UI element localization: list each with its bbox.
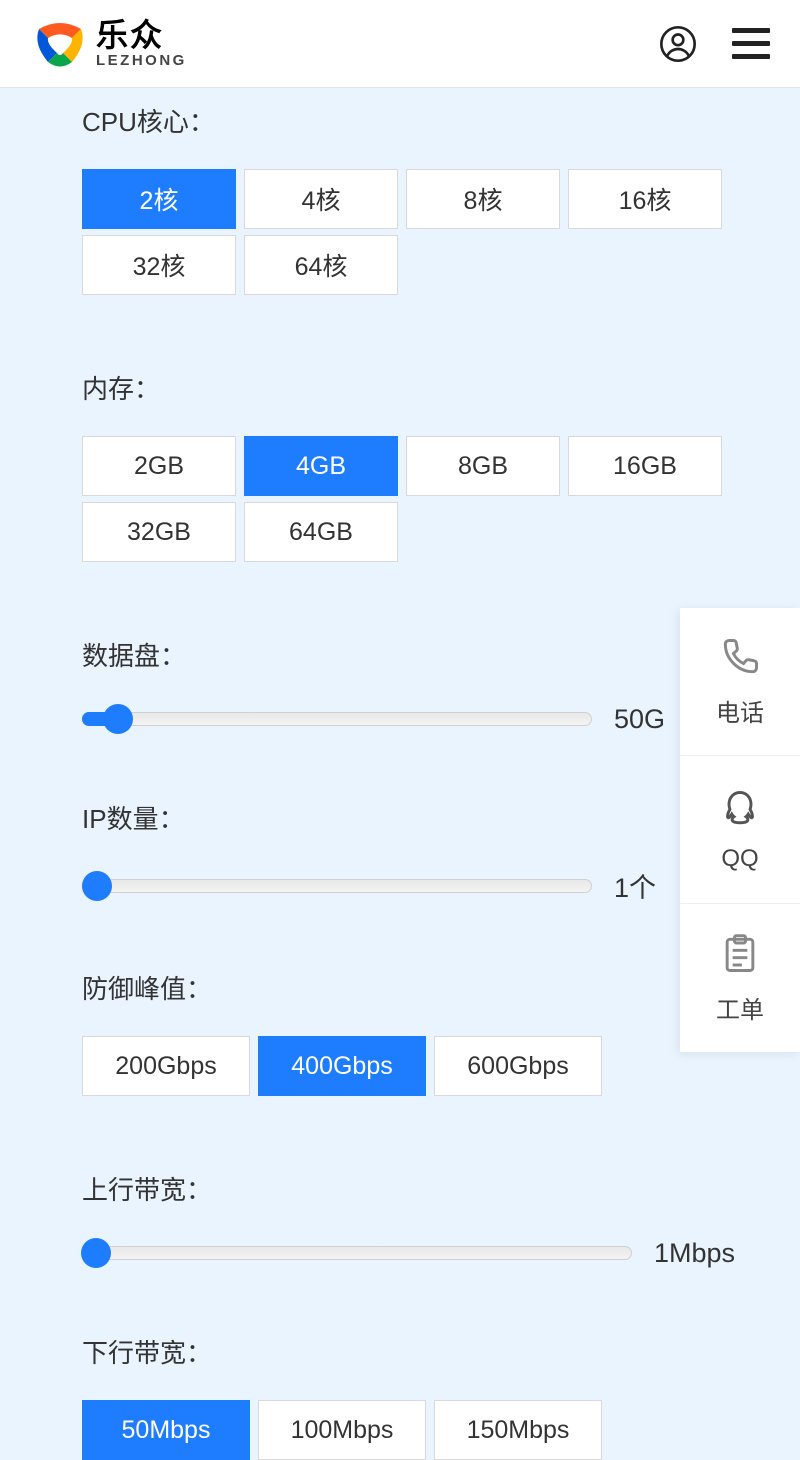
logo-text: 乐众 LEZHONG [96, 19, 187, 68]
down-option[interactable]: 100Mbps [258, 1400, 426, 1460]
cpu-option[interactable]: 2核 [82, 169, 236, 229]
phone-icon [718, 635, 762, 679]
cpu-section: CPU核心： 2核 4核 8核 16核 32核 64核 [0, 94, 800, 295]
memory-options: 2GB 4GB 8GB 16GB 32GB 64GB [82, 436, 722, 562]
cpu-option[interactable]: 16核 [568, 169, 722, 229]
ip-value: 1个 [614, 866, 674, 905]
memory-option[interactable]: 16GB [568, 436, 722, 496]
ip-slider[interactable] [82, 870, 592, 902]
contact-qq[interactable]: QQ [680, 756, 800, 904]
memory-label: 内存： [82, 369, 800, 406]
cpu-label: CPU核心： [82, 102, 800, 139]
memory-option[interactable]: 8GB [406, 436, 560, 496]
logo-icon [30, 14, 90, 74]
down-option[interactable]: 150Mbps [434, 1400, 602, 1460]
cpu-option[interactable]: 32核 [82, 235, 236, 295]
memory-option[interactable]: 32GB [82, 502, 236, 562]
cpu-options: 2核 4核 8核 16核 32核 64核 [82, 169, 722, 295]
user-icon[interactable] [658, 24, 698, 64]
contact-ticket[interactable]: 工单 [680, 904, 800, 1052]
memory-option[interactable]: 4GB [244, 436, 398, 496]
brand-logo[interactable]: 乐众 LEZHONG [30, 14, 187, 74]
down-label: 下行带宽： [82, 1333, 800, 1370]
app-header: 乐众 LEZHONG [0, 0, 800, 88]
defense-option[interactable]: 200Gbps [82, 1036, 250, 1096]
contact-float: 电话 QQ 工单 [680, 608, 800, 1052]
contact-qq-label: QQ [721, 845, 758, 873]
disk-value: 50G [614, 704, 674, 735]
qq-icon [718, 787, 762, 831]
up-section: 上行带宽： 1Mbps [0, 1170, 800, 1269]
contact-phone[interactable]: 电话 [680, 608, 800, 756]
up-slider[interactable] [82, 1237, 632, 1269]
memory-option[interactable]: 2GB [82, 436, 236, 496]
up-value: 1Mbps [654, 1238, 735, 1269]
memory-section: 内存： 2GB 4GB 8GB 16GB 32GB 64GB [0, 369, 800, 562]
defense-option[interactable]: 600Gbps [434, 1036, 602, 1096]
down-section: 下行带宽： 50Mbps 100Mbps 150Mbps [0, 1333, 800, 1460]
up-label: 上行带宽： [82, 1170, 800, 1207]
memory-option[interactable]: 64GB [244, 502, 398, 562]
contact-ticket-label: 工单 [716, 990, 764, 1025]
contact-phone-label: 电话 [716, 693, 764, 728]
cpu-option[interactable]: 8核 [406, 169, 560, 229]
defense-option[interactable]: 400Gbps [258, 1036, 426, 1096]
disk-slider[interactable] [82, 703, 592, 735]
down-option[interactable]: 50Mbps [82, 1400, 250, 1460]
clipboard-icon [718, 932, 762, 976]
cpu-option[interactable]: 4核 [244, 169, 398, 229]
brand-name-en: LEZHONG [96, 53, 187, 68]
defense-options: 200Gbps 400Gbps 600Gbps [82, 1036, 722, 1096]
menu-icon[interactable] [732, 28, 770, 59]
down-options: 50Mbps 100Mbps 150Mbps [82, 1400, 722, 1460]
cpu-option[interactable]: 64核 [244, 235, 398, 295]
brand-name-cn: 乐众 [96, 19, 187, 51]
